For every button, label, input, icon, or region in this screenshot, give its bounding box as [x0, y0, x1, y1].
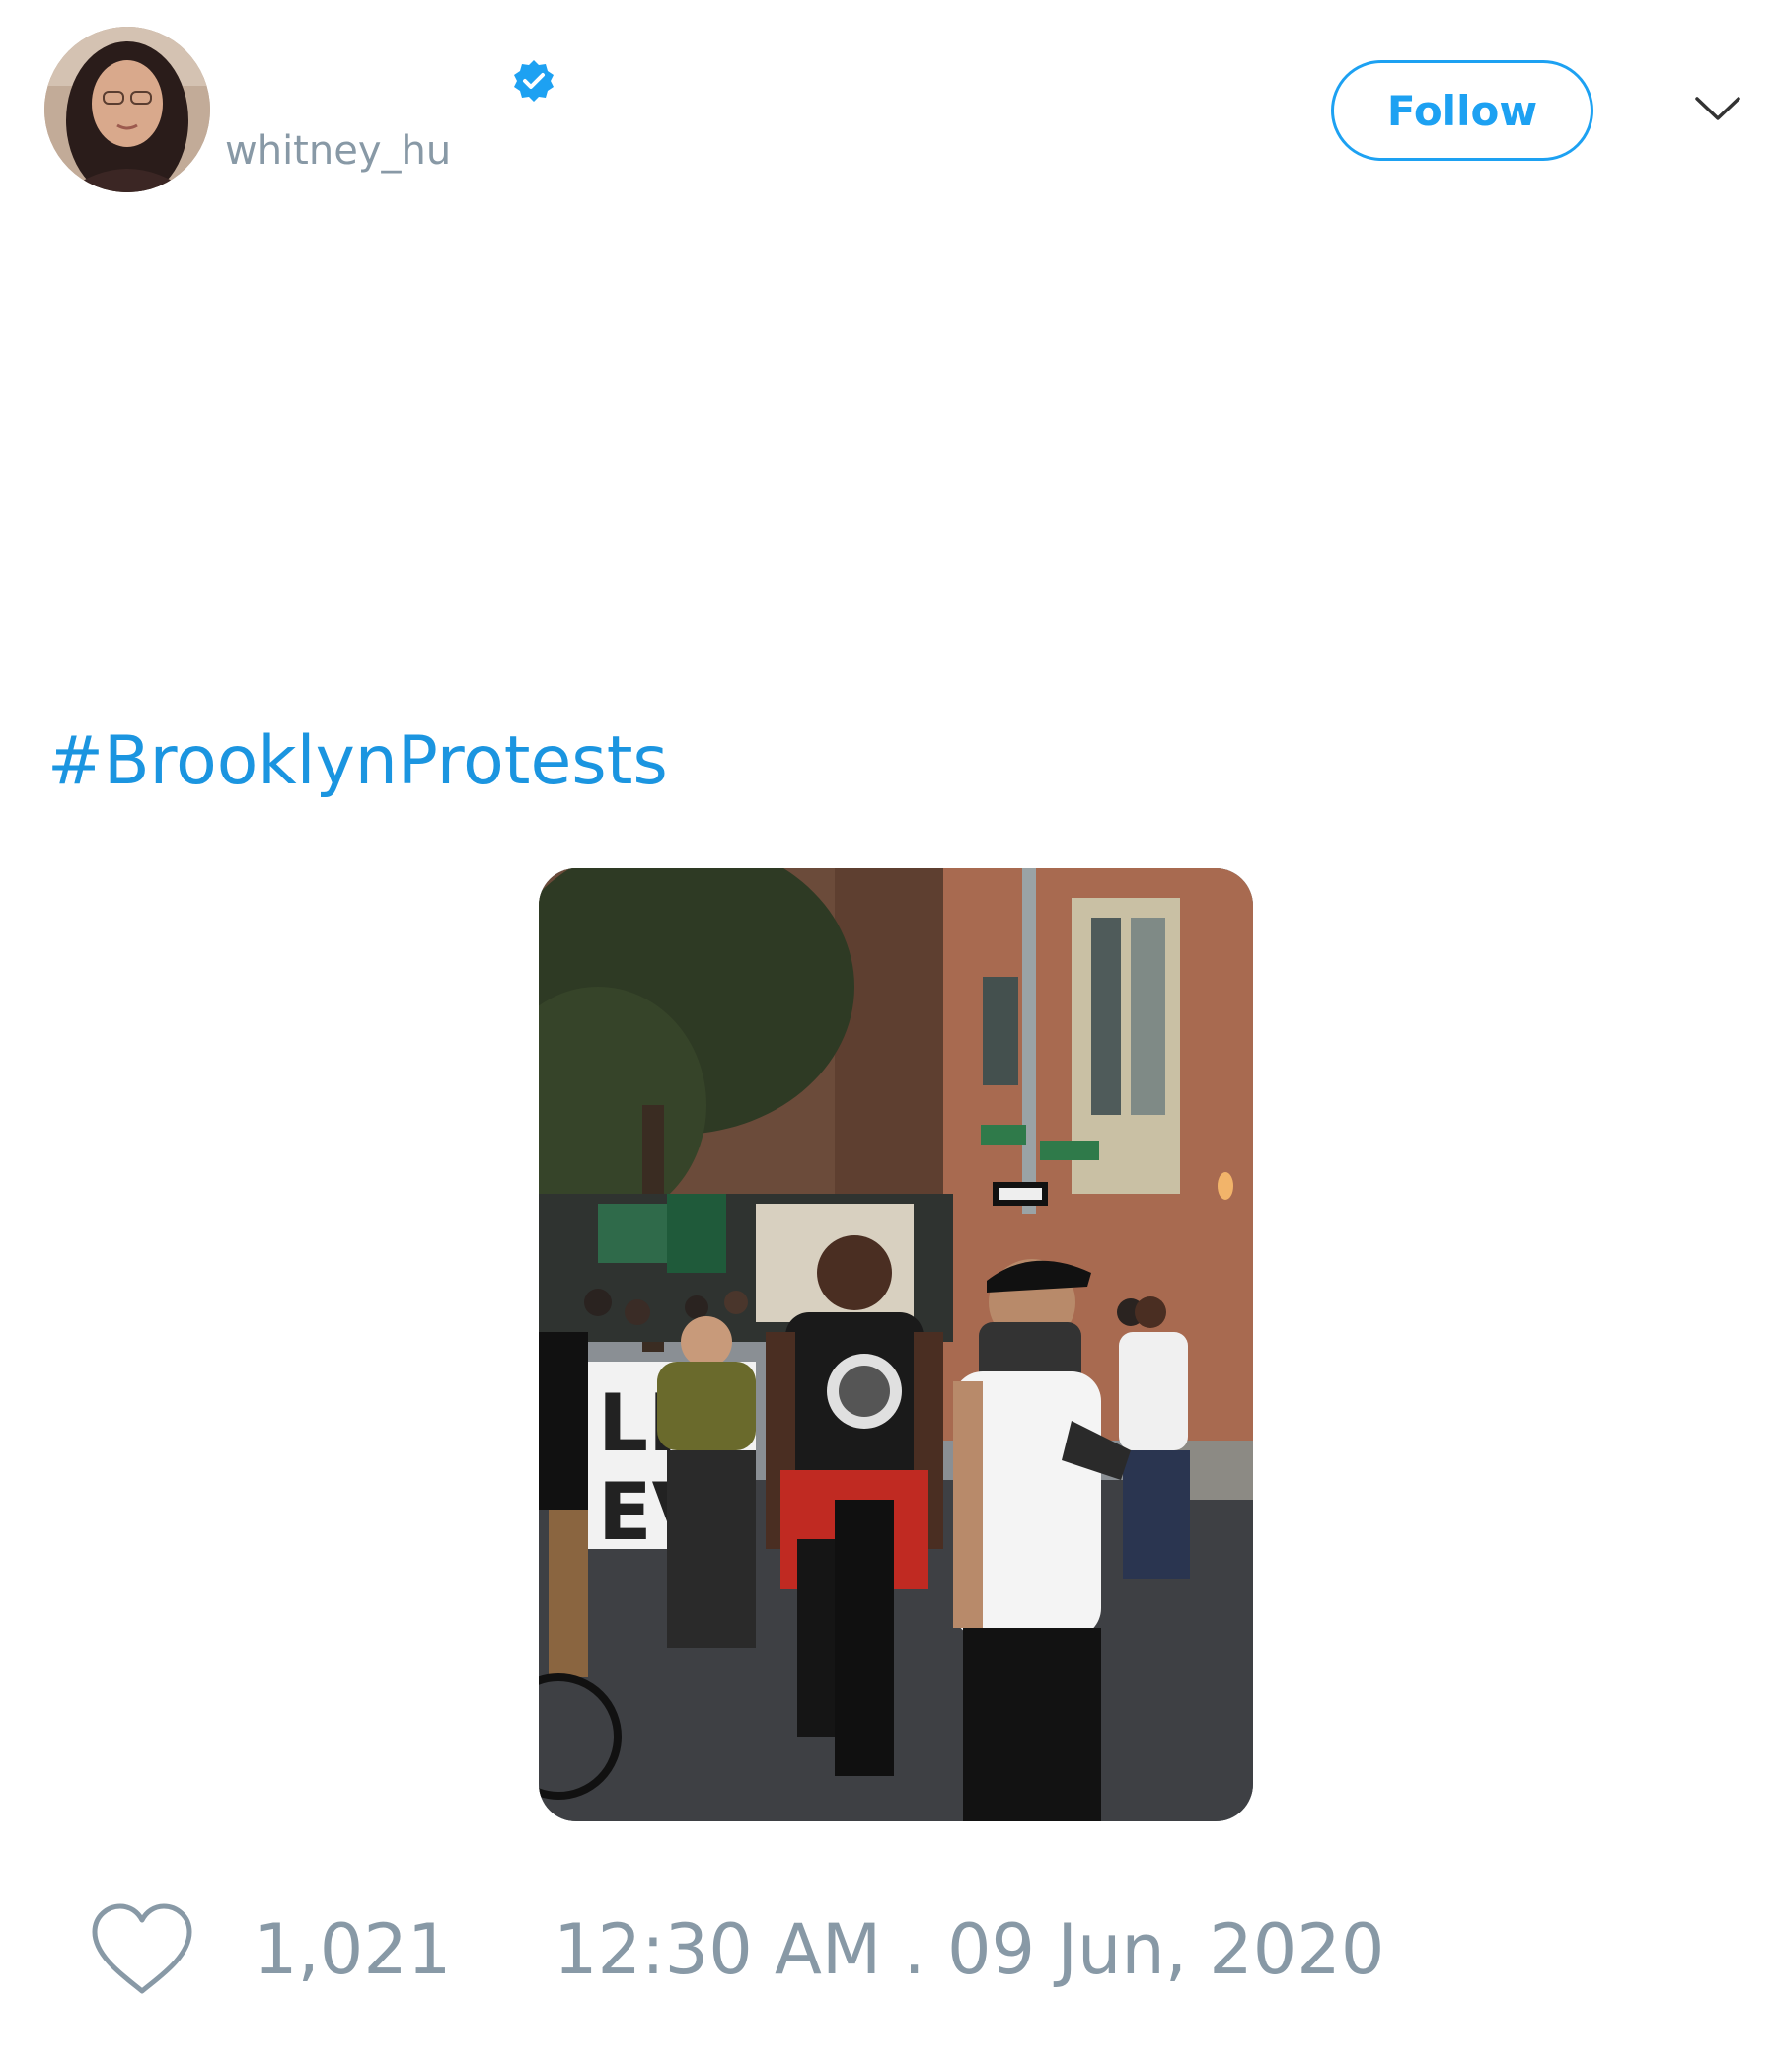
heart-outline-icon[interactable] — [89, 1902, 195, 1997]
avatar[interactable] — [44, 27, 210, 192]
follow-button[interactable]: Follow — [1331, 60, 1593, 161]
chevron-down-icon[interactable] — [1693, 89, 1742, 128]
username[interactable]: whitney_hu — [225, 126, 451, 176]
tweet-timestamp[interactable]: 12:30 AM . 09 Jun, 2020 — [554, 1908, 1384, 1991]
like-count: 1,021 — [254, 1909, 452, 1990]
verified-badge-icon — [514, 60, 554, 102]
tweet-card: whitney_hu Follow #BrooklynProtests LI E… — [0, 0, 1776, 2072]
hashtag-link[interactable]: #BrooklynProtests — [47, 720, 668, 803]
tweet-photo[interactable]: LI EV — [539, 868, 1253, 1821]
